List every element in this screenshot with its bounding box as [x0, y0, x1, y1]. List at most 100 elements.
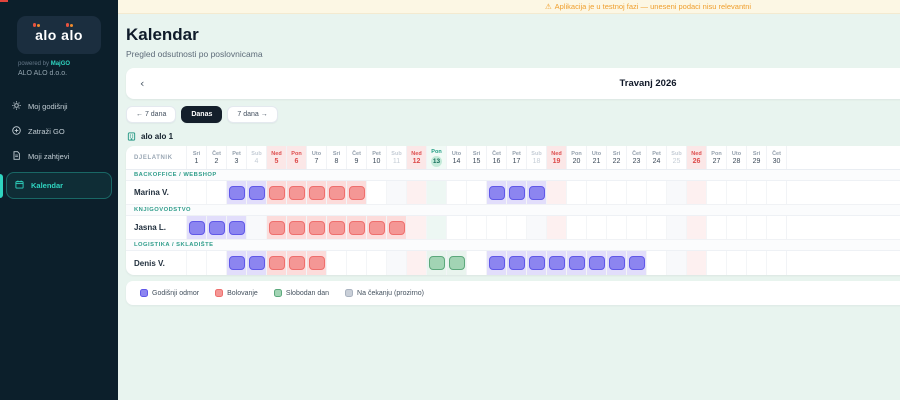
- absence-pill-vacation[interactable]: [589, 256, 605, 270]
- sidebar-item-moji-zahtjevi[interactable]: Moji zahtjevi: [0, 144, 118, 169]
- day-header-cell: Čet16: [486, 146, 506, 169]
- banner-text: Aplikacija je u testnoj fazi — uneseni p…: [555, 2, 751, 11]
- absence-pill-sick[interactable]: [329, 186, 345, 200]
- absence-pill-sick[interactable]: [329, 221, 345, 235]
- calendar-cell: [706, 216, 726, 239]
- absence-pill-sick[interactable]: [309, 221, 325, 235]
- employee-row: Marina V.: [126, 181, 900, 205]
- absence-pill-vacation[interactable]: [629, 256, 645, 270]
- absence-pill-vacation[interactable]: [609, 256, 625, 270]
- absence-pill-free[interactable]: [449, 256, 465, 270]
- building-icon: [127, 132, 136, 141]
- day-header-cell: Pon13: [426, 146, 446, 169]
- plus-circle-icon: [12, 126, 21, 137]
- sidebar-item-kalendar[interactable]: Kalendar: [6, 172, 112, 199]
- day-header-cell: Ned12: [406, 146, 426, 169]
- calendar-cell: [686, 251, 706, 275]
- page-subtitle: Pregled odsutnosti po poslovnicama: [126, 49, 900, 59]
- absence-pill-sick[interactable]: [389, 221, 405, 235]
- absence-pill-vacation[interactable]: [209, 221, 225, 235]
- logo-dot: [70, 24, 73, 27]
- calendar-cell: [486, 181, 506, 204]
- calendar-cell: [566, 181, 586, 204]
- day-header-cell: Sri29: [746, 146, 766, 169]
- absence-pill-sick[interactable]: [309, 186, 325, 200]
- today-button[interactable]: Danas: [181, 106, 222, 123]
- sidebar-item-label: Moji zahtjevi: [28, 152, 69, 161]
- logo-dot: [33, 23, 36, 27]
- calendar-cell: [466, 216, 486, 239]
- absence-pill-sick[interactable]: [349, 186, 365, 200]
- absence-pill-vacation[interactable]: [549, 256, 565, 270]
- calendar-cell: [426, 216, 446, 239]
- calendar-cell: [406, 251, 426, 275]
- calendar-cell: [286, 251, 306, 275]
- sidebar-item-zatra-i-go[interactable]: Zatraži GO: [0, 119, 118, 144]
- employee-row: Denis V.: [126, 251, 900, 275]
- absence-pill-sick[interactable]: [369, 221, 385, 235]
- absence-pill-vacation[interactable]: [489, 256, 505, 270]
- sidebar: alo alo powered by MajGO ALO ALO d.o.o. …: [0, 0, 118, 400]
- screen-edge-artifact: [0, 0, 8, 2]
- day-header-cell: Čet9: [346, 146, 366, 169]
- absence-pill-vacation[interactable]: [249, 186, 265, 200]
- day-header-cell: Uto7: [306, 146, 326, 169]
- absence-pill-vacation[interactable]: [229, 256, 245, 270]
- absence-pill-sick[interactable]: [269, 221, 285, 235]
- absence-pill-vacation[interactable]: [489, 186, 505, 200]
- sidebar-item-moj-godi-nji[interactable]: Moj godišnji: [0, 94, 118, 119]
- next-7-days-button[interactable]: 7 dana →: [227, 106, 277, 123]
- calendar-cell: [226, 216, 246, 239]
- absence-pill-free[interactable]: [429, 256, 445, 270]
- absence-pill-vacation[interactable]: [229, 221, 245, 235]
- calendar-cell: [546, 251, 566, 275]
- calendar-cell: [546, 216, 566, 239]
- day-header-cell: Uto21: [586, 146, 606, 169]
- calendar-cell: [446, 251, 466, 275]
- absence-pill-sick[interactable]: [289, 221, 305, 235]
- absence-pill-vacation[interactable]: [229, 186, 245, 200]
- legend-item-sick: Bolovanje: [215, 289, 258, 297]
- absence-pill-vacation[interactable]: [249, 256, 265, 270]
- employee-column-header: DJELATNIK: [134, 155, 173, 161]
- prev-7-days-button[interactable]: ← 7 dana: [126, 106, 176, 123]
- legend-label: Slobodan dan: [286, 290, 329, 297]
- absence-pill-vacation[interactable]: [189, 221, 205, 235]
- calendar-cell: [526, 181, 546, 204]
- document-icon: [12, 151, 21, 162]
- row-filler: [786, 216, 900, 239]
- day-header-cell: Pet3: [226, 146, 246, 169]
- calendar-cell: [466, 181, 486, 204]
- absence-pill-vacation[interactable]: [529, 186, 545, 200]
- row-filler: [786, 181, 900, 204]
- calendar-cell: [766, 251, 786, 275]
- absence-pill-sick[interactable]: [309, 256, 325, 270]
- absence-table: DJELATNIK Sri1Čet2Pet3Sub4Ned5Pon6Uto7Sr…: [126, 146, 900, 275]
- calendar-cell: [606, 216, 626, 239]
- absence-pill-sick[interactable]: [289, 256, 305, 270]
- calendar-cell: [666, 216, 686, 239]
- calendar-cell: [326, 181, 346, 204]
- legend-item-vacation: Godišnji odmor: [140, 289, 199, 297]
- calendar-cell: [646, 181, 666, 204]
- absence-pill-vacation[interactable]: [529, 256, 545, 270]
- day-header-cell: Ned26: [686, 146, 706, 169]
- warning-icon: ⚠: [545, 2, 552, 11]
- calendar-cell: [266, 181, 286, 204]
- calendar-cell: [286, 181, 306, 204]
- absence-pill-vacation[interactable]: [509, 256, 525, 270]
- calendar-cell: [626, 216, 646, 239]
- absence-pill-sick[interactable]: [289, 186, 305, 200]
- calendar-cell: [746, 181, 766, 204]
- absence-pill-sick[interactable]: [269, 186, 285, 200]
- prev-month-button[interactable]: ‹: [140, 78, 144, 89]
- day-header-cell: Uto28: [726, 146, 746, 169]
- absence-pill-sick[interactable]: [269, 256, 285, 270]
- absence-pill-vacation[interactable]: [509, 186, 525, 200]
- day-header-cell: Sri1: [186, 146, 206, 169]
- absence-pill-sick[interactable]: [349, 221, 365, 235]
- day-header-cell: Ned5: [266, 146, 286, 169]
- absence-pill-vacation[interactable]: [569, 256, 585, 270]
- calendar-cell: [766, 216, 786, 239]
- calendar-cell: [366, 216, 386, 239]
